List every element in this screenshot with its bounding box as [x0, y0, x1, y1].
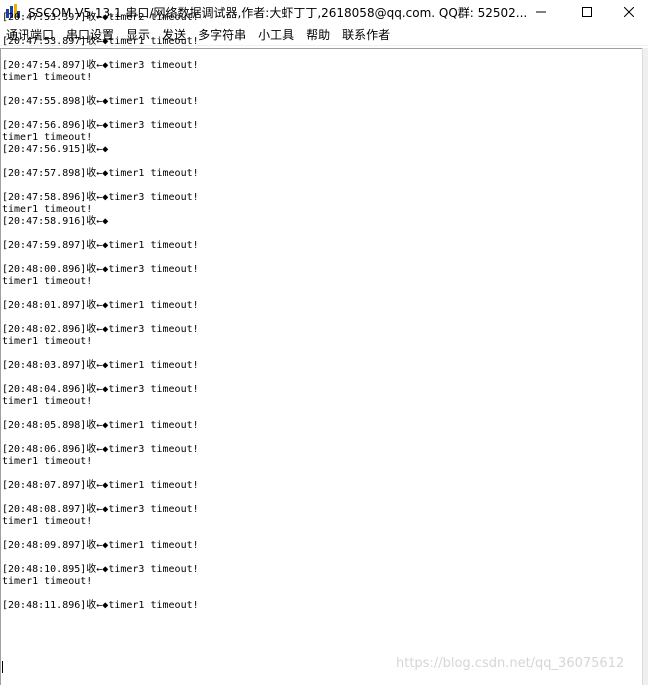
log-line: [20:48:05.898]收←◆timer1 timeout!	[2, 420, 199, 431]
log-blank-line	[2, 372, 638, 384]
log-blank-line	[2, 492, 638, 504]
log-line: timer1 timeout!	[2, 396, 93, 407]
log-line: [20:48:06.896]收←◆timer3 timeout!	[2, 444, 199, 455]
log-line: [20:47:53.397]收←◆timer2 timeout!	[2, 12, 199, 23]
log-line: [20:48:09.897]收←◆timer1 timeout!	[2, 540, 199, 551]
log-blank-line	[2, 528, 638, 540]
log-line: [20:48:08.897]收←◆timer3 timeout!	[2, 504, 199, 515]
log-line: timer1 timeout!	[2, 204, 93, 215]
log-line: timer1 timeout!	[2, 132, 93, 143]
log-line: [20:47:59.897]收←◆timer1 timeout!	[2, 240, 199, 251]
log-line: timer1 timeout!	[2, 516, 93, 527]
log-blank-line	[2, 228, 638, 240]
log-line: [20:48:02.896]收←◆timer3 timeout!	[2, 324, 199, 335]
log-line: [20:47:56.896]收←◆timer3 timeout!	[2, 120, 199, 131]
log-blank-line	[2, 108, 638, 120]
log-line: [20:47:55.898]收←◆timer1 timeout!	[2, 96, 199, 107]
log-line: timer1 timeout!	[2, 456, 93, 467]
log-line: [20:47:57.898]收←◆timer1 timeout!	[2, 168, 199, 179]
log-blank-line	[2, 180, 638, 192]
log-blank-line	[2, 588, 638, 600]
log-line: [20:48:03.897]收←◆timer1 timeout!	[2, 360, 199, 371]
log-blank-line	[2, 432, 638, 444]
vertical-scrollbar[interactable]	[642, 48, 648, 685]
log-blank-line	[2, 312, 638, 324]
log-line: [20:48:10.895]收←◆timer3 timeout!	[2, 564, 199, 575]
log-line: [20:48:01.897]收←◆timer1 timeout!	[2, 300, 199, 311]
text-caret	[2, 661, 3, 673]
watermark: https://blog.csdn.net/qq_36075612	[396, 656, 625, 671]
log-line: [20:47:54.897]收←◆timer3 timeout!	[2, 60, 199, 71]
log-blank-line	[2, 552, 638, 564]
log-line: [20:47:58.896]收←◆timer3 timeout!	[2, 192, 199, 203]
log-line: timer1 timeout!	[2, 72, 93, 83]
log-line: [20:48:11.896]收←◆timer1 timeout!	[2, 600, 199, 611]
log-blank-line	[2, 288, 638, 300]
log-blank-line	[2, 48, 638, 60]
log-blank-line	[2, 24, 638, 36]
log-blank-line	[2, 252, 638, 264]
log-line: timer1 timeout!	[2, 576, 93, 587]
log-line: [20:47:56.915]收←◆	[2, 144, 109, 155]
log-line: [20:47:58.916]收←◆	[2, 216, 109, 227]
log-blank-line	[2, 408, 638, 420]
log-blank-line	[2, 468, 638, 480]
log-line: [20:48:07.897]收←◆timer1 timeout!	[2, 480, 199, 491]
log-line: [20:47:53.897]收←◆timer1 timeout!	[2, 36, 199, 47]
log-blank-line	[2, 156, 638, 168]
log-line: [20:48:04.896]收←◆timer3 timeout!	[2, 384, 199, 395]
log-line: timer1 timeout!	[2, 336, 93, 347]
log-blank-line	[2, 348, 638, 360]
receive-log-text: [20:47:53.397]收←◆timer2 timeout! [20:47:5…	[2, 12, 638, 612]
log-line: timer1 timeout!	[2, 276, 93, 287]
log-line: [20:48:00.896]收←◆timer3 timeout!	[2, 264, 199, 275]
log-blank-line	[2, 84, 638, 96]
